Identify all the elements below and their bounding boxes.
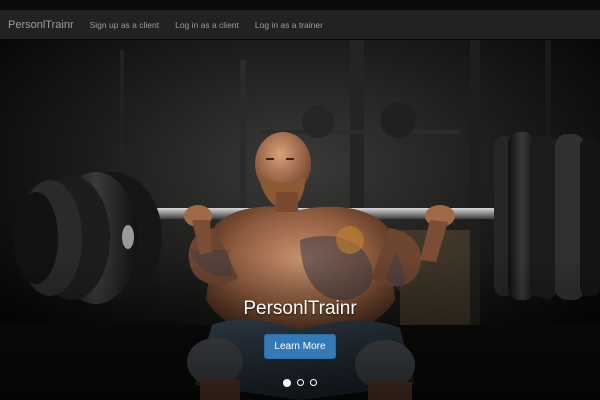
hero-title: PersonlTrainr — [243, 298, 357, 319]
carousel-indicator-3[interactable] — [310, 379, 318, 387]
learn-more-button[interactable]: Learn More — [264, 334, 336, 359]
nav-link-signup-client[interactable]: Sign up as a client — [90, 20, 159, 30]
hero-caption: PersonlTrainr Learn More — [0, 298, 600, 359]
top-strip — [0, 0, 600, 10]
carousel-indicators — [0, 374, 600, 392]
nav-link-login-client[interactable]: Log in as a client — [175, 20, 239, 30]
navbar: PersonlTrainr Sign up as a client Log in… — [0, 10, 600, 40]
carousel-indicator-2[interactable] — [297, 379, 304, 387]
page: PersonlTrainr Sign up as a client Log in… — [0, 0, 600, 400]
brand-link[interactable]: PersonlTrainr — [8, 19, 74, 31]
carousel-indicator-1[interactable] — [282, 378, 291, 387]
nav-link-login-trainer[interactable]: Log in as a trainer — [255, 20, 323, 30]
hero-carousel: PersonlTrainr Learn More — [0, 40, 600, 400]
